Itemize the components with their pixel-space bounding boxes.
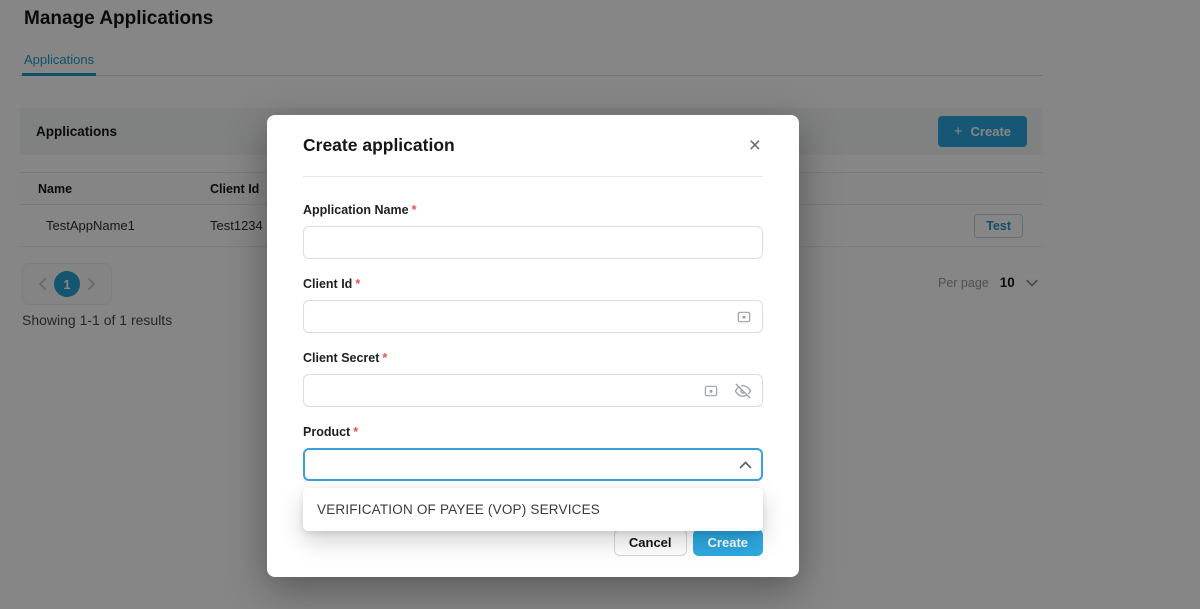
modal-close-button[interactable]: × — [747, 133, 763, 158]
create-application-modal: Create application × Application Name* C… — [267, 115, 799, 577]
required-asterisk: * — [412, 203, 417, 217]
cancel-button[interactable]: Cancel — [614, 529, 687, 556]
client-secret-input-wrap — [303, 374, 763, 407]
modal-title: Create application — [303, 135, 455, 156]
client-secret-label: Client Secret* — [303, 351, 763, 365]
eye-off-icon[interactable] — [734, 382, 752, 400]
product-select-wrap — [303, 448, 763, 481]
autofill-icon[interactable] — [736, 309, 752, 325]
autofill-icon[interactable] — [703, 383, 719, 399]
client-id-input-wrap — [303, 300, 763, 333]
client-id-field: Client Id* — [303, 277, 763, 333]
required-asterisk: * — [355, 277, 360, 291]
application-name-input-wrap — [303, 226, 763, 259]
client-secret-field: Client Secret* — [303, 351, 763, 407]
chevron-up-icon[interactable] — [739, 460, 752, 469]
product-field: Product* — [303, 425, 763, 481]
client-id-input[interactable] — [303, 300, 763, 333]
modal-header: Create application × — [303, 115, 763, 177]
application-name-label: Application Name* — [303, 203, 763, 217]
application-name-field: Application Name* — [303, 203, 763, 259]
close-icon: × — [749, 134, 761, 157]
modal-create-button[interactable]: Create — [693, 529, 763, 556]
client-secret-input[interactable] — [303, 374, 763, 407]
product-option-vop-services[interactable]: VERIFICATION OF PAYEE (VOP) SERVICES — [317, 502, 600, 517]
product-select[interactable] — [303, 448, 763, 481]
product-label: Product* — [303, 425, 763, 439]
product-dropdown-panel: VERIFICATION OF PAYEE (VOP) SERVICES — [303, 488, 763, 531]
client-id-label: Client Id* — [303, 277, 763, 291]
modal-footer: Cancel Create — [614, 529, 763, 556]
required-asterisk: * — [353, 425, 358, 439]
application-name-input[interactable] — [303, 226, 763, 259]
required-asterisk: * — [382, 351, 387, 365]
